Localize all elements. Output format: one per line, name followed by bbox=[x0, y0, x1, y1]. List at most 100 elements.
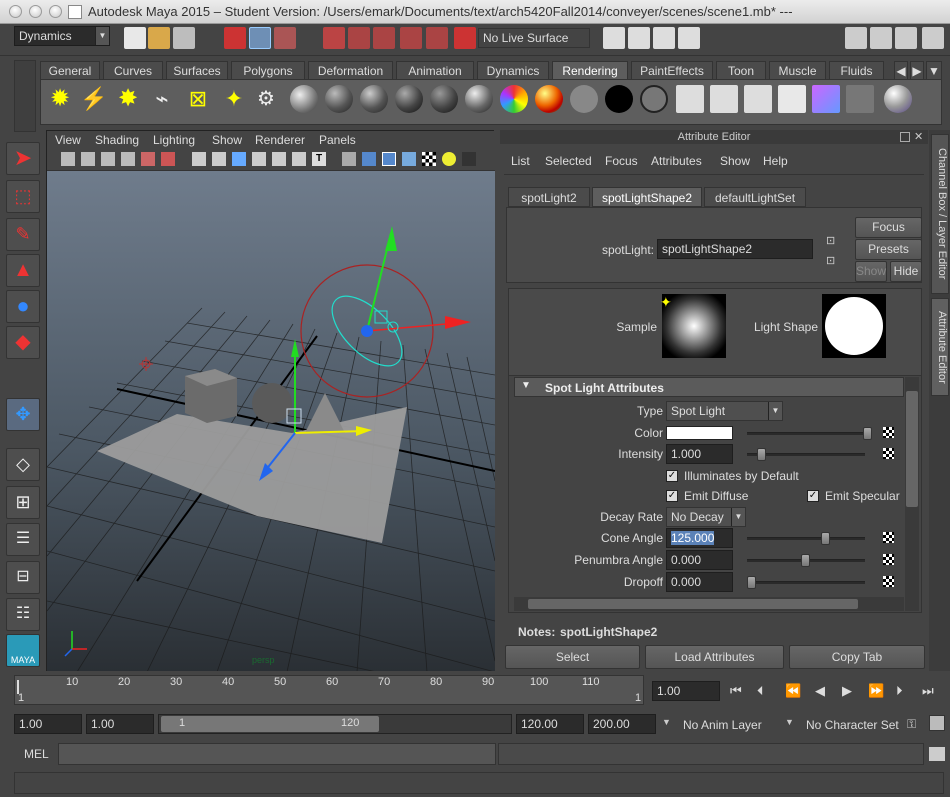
intensity-map-button-icon[interactable] bbox=[883, 448, 894, 459]
select-button[interactable]: Select bbox=[505, 645, 640, 669]
shelf-tab-deformation[interactable]: Deformation bbox=[308, 61, 393, 79]
presets-button[interactable]: Presets bbox=[855, 239, 922, 260]
emit-diffuse-checkbox[interactable]: ✓ bbox=[666, 490, 678, 502]
shelf-tab-general[interactable]: General bbox=[40, 61, 100, 79]
illuminates-by-default-checkbox[interactable]: ✓ bbox=[666, 470, 678, 482]
character-set-label[interactable]: No Character Set bbox=[806, 718, 899, 732]
batch-render-icon[interactable] bbox=[744, 85, 772, 113]
lambert-shader-icon[interactable] bbox=[430, 85, 458, 113]
new-scene-icon[interactable] bbox=[124, 27, 146, 49]
x-ray-icon[interactable] bbox=[402, 152, 416, 166]
viewport-menu-lighting[interactable]: Lighting bbox=[153, 133, 195, 147]
color-swatch[interactable] bbox=[666, 426, 733, 440]
start-time-field[interactable]: 1.00 bbox=[14, 714, 82, 734]
dropoff-slider[interactable] bbox=[747, 576, 865, 589]
render-view-shelf-icon[interactable] bbox=[846, 85, 874, 113]
shelf-tab-toon[interactable]: Toon bbox=[716, 61, 766, 79]
ae-menu-help[interactable]: Help bbox=[763, 154, 788, 168]
anisotropic-shader-icon[interactable] bbox=[465, 85, 493, 113]
ae-menu-focus[interactable]: Focus bbox=[605, 154, 638, 168]
tab-spotlightshape2[interactable]: spotLightShape2 bbox=[592, 187, 702, 207]
viewport-menu-view[interactable]: View bbox=[55, 133, 81, 147]
viewport-menu-show[interactable]: Show bbox=[212, 133, 242, 147]
snap-surface-icon[interactable] bbox=[426, 27, 448, 49]
spotlight-center[interactable] bbox=[361, 325, 373, 337]
resolution-gate-icon[interactable] bbox=[232, 152, 246, 166]
animation-preferences-icon[interactable] bbox=[929, 715, 945, 731]
spotlight-handle[interactable] bbox=[374, 310, 388, 324]
bookmarks-icon[interactable] bbox=[101, 152, 115, 166]
hypershade-icon[interactable] bbox=[812, 85, 840, 113]
shelf-tab-muscle[interactable]: Muscle bbox=[769, 61, 826, 79]
render-settings-icon[interactable] bbox=[603, 27, 625, 49]
phonge-shader-icon[interactable] bbox=[395, 85, 423, 113]
shelf-menu-handle[interactable] bbox=[14, 60, 36, 132]
smooth-shade-icon[interactable] bbox=[362, 152, 376, 166]
color-slider-knob[interactable] bbox=[863, 427, 872, 440]
shadows-icon[interactable] bbox=[462, 152, 476, 166]
step-back-key-icon[interactable]: ⏪ bbox=[785, 683, 801, 699]
step-back-frame-icon[interactable]: ⏴ bbox=[757, 683, 764, 699]
film-gate-icon[interactable] bbox=[212, 152, 226, 166]
ambient-light-icon[interactable]: ✹ bbox=[46, 85, 74, 113]
four-view-layout-icon[interactable]: ⊞ bbox=[6, 486, 40, 519]
open-scene-icon[interactable] bbox=[148, 27, 170, 49]
scale-tool-icon[interactable]: ◆ bbox=[6, 326, 40, 359]
snap-grid-icon[interactable] bbox=[323, 27, 345, 49]
command-language-label[interactable]: MEL bbox=[24, 747, 49, 761]
rotate-tool-icon[interactable]: ● bbox=[6, 290, 40, 323]
viewport-menu-shading[interactable]: Shading bbox=[95, 133, 139, 147]
close-panel-icon[interactable]: ✕ bbox=[914, 130, 923, 143]
tab-defaultlightset[interactable]: defaultLightSet bbox=[704, 187, 806, 207]
time-ruler[interactable]: 1 10 20 30 40 50 60 70 80 90 100 110 1 bbox=[14, 675, 644, 705]
vertical-scrollbar[interactable] bbox=[905, 377, 919, 611]
save-scene-icon[interactable] bbox=[173, 27, 195, 49]
zoom-window-button[interactable] bbox=[49, 5, 62, 18]
shelf-tab-rendering[interactable]: Rendering bbox=[552, 61, 628, 79]
magnet-icon[interactable] bbox=[454, 27, 476, 49]
intensity-field[interactable]: 1.000 bbox=[666, 444, 733, 464]
live-surface-field[interactable]: No Live Surface bbox=[478, 28, 590, 48]
intensity-slider-knob[interactable] bbox=[757, 448, 766, 461]
character-set-chevron-icon[interactable]: ▼ bbox=[785, 717, 794, 727]
grid-toggle-icon[interactable] bbox=[192, 152, 206, 166]
ae-menu-selected[interactable]: Selected bbox=[545, 154, 592, 168]
decay-rate-dropdown[interactable]: No Decay ▼ bbox=[666, 507, 746, 527]
viewport-scene[interactable]: persp bbox=[46, 171, 496, 673]
directional-light-icon[interactable]: ⚡ bbox=[80, 85, 108, 113]
safe-action-icon[interactable] bbox=[292, 152, 306, 166]
command-input[interactable] bbox=[58, 743, 496, 765]
spot-light-attributes-section[interactable]: ▼ Spot Light Attributes bbox=[514, 377, 904, 397]
gate-mask-icon[interactable] bbox=[252, 152, 266, 166]
single-perspective-layout-icon[interactable]: ◇ bbox=[6, 448, 40, 481]
paint-select-tool-icon[interactable]: ✎ bbox=[6, 218, 40, 251]
type-dropdown[interactable]: Spot Light ▼ bbox=[666, 401, 783, 421]
ipr-render-shelf-icon[interactable] bbox=[710, 85, 738, 113]
snap-point-icon[interactable] bbox=[373, 27, 395, 49]
output-connections-icon[interactable]: ⊡ bbox=[826, 254, 835, 267]
key-icon[interactable]: ⚿ bbox=[907, 717, 916, 732]
horizontal-scroll-thumb[interactable] bbox=[528, 599, 858, 609]
ae-menu-attributes[interactable]: Attributes bbox=[651, 154, 702, 168]
input-connections-icon[interactable]: ⊡ bbox=[826, 234, 835, 247]
sphere-object[interactable] bbox=[252, 383, 292, 423]
outliner-layout-icon[interactable]: ☰ bbox=[6, 523, 40, 556]
blinn-shader-icon[interactable] bbox=[325, 85, 353, 113]
grease-pencil-icon[interactable] bbox=[141, 152, 155, 166]
penumbra-angle-slider-knob[interactable] bbox=[801, 554, 810, 567]
ae-menu-show[interactable]: Show bbox=[720, 154, 750, 168]
volume-light-icon[interactable]: ✦ bbox=[220, 85, 248, 113]
shelf-tab-painteffects[interactable]: PaintEffects bbox=[631, 61, 713, 79]
tool-settings-toggle-icon[interactable] bbox=[895, 27, 917, 49]
intensity-slider[interactable] bbox=[747, 448, 865, 461]
range-slider-thumb[interactable]: 1 120 bbox=[161, 716, 379, 732]
load-attributes-button[interactable]: Load Attributes bbox=[645, 645, 784, 669]
perspective-viewport[interactable]: View Shading Lighting Show Renderer Pane… bbox=[46, 130, 496, 673]
rotate-manip-y-arrow[interactable] bbox=[385, 226, 397, 251]
anim-layer-chevron-icon[interactable]: ▼ bbox=[662, 717, 671, 727]
spot-light-icon[interactable]: ⌁ bbox=[148, 85, 176, 113]
shelf-scroll-right-icon[interactable]: ▶ bbox=[910, 61, 924, 79]
dropoff-field[interactable]: 0.000 bbox=[666, 572, 733, 592]
hypershade-layout-icon[interactable]: ☷ bbox=[6, 598, 40, 631]
viewport-menu-panels[interactable]: Panels bbox=[319, 133, 356, 147]
